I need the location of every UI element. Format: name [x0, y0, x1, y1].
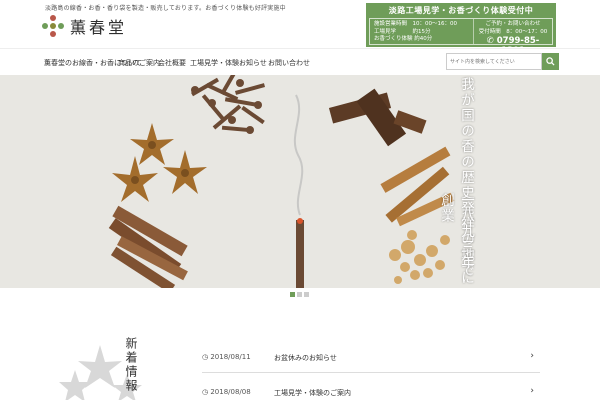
- contact-hours: 受付時間 8：00～17：00: [478, 28, 548, 35]
- hero-caption-line-2: 一八九三年に創業: [438, 193, 474, 286]
- news-date-text: 2018/08/08: [210, 388, 251, 396]
- slider-dot-2[interactable]: [297, 292, 302, 297]
- info-line: 施設営業時間 10：00～16：00: [374, 21, 457, 27]
- nav-item-contact[interactable]: お問い合わせ: [268, 58, 310, 68]
- agarwood-image: [328, 88, 427, 147]
- site-header: 淡路島の線香・お香・香り袋を製造・販売しております。お香づくり体験も好評実施中 …: [0, 0, 600, 56]
- nav-item-news[interactable]: お知らせ: [239, 58, 267, 68]
- hero-image: [108, 75, 455, 288]
- sandalwood-image: [108, 205, 188, 288]
- slider-dot-3[interactable]: [304, 292, 309, 297]
- news-date-text: 2018/08/11: [210, 353, 251, 361]
- info-line: 工場見学 約15分: [374, 28, 431, 35]
- news-item[interactable]: ◷ 2018/08/11 お盆休みのお知らせ ›: [202, 345, 540, 373]
- nav-item-company[interactable]: 会社概要: [158, 58, 186, 68]
- info-title: 淡路工場見学・お香づくり体験受付中: [388, 6, 534, 15]
- chevron-right-icon: ›: [530, 351, 534, 361]
- main-nav: 薫春堂のお線香・お香について 商品のご案内 会社概要 工場見学・体験 お知らせ …: [0, 48, 600, 75]
- site-logo[interactable]: 薫春堂: [42, 14, 127, 38]
- news-section: 新着情報 ◷ 2018/08/11 お盆休みのお知らせ › ◷ 2018/08/…: [0, 300, 600, 400]
- news-heading: 新着情報: [124, 337, 138, 393]
- site-tagline: 淡路島の線香・お香・香り袋を製造・販売しております。お香づくり体験も好評実施中: [45, 5, 286, 12]
- nav-item-products[interactable]: 商品のご案内: [118, 58, 160, 68]
- search-icon: [546, 57, 555, 66]
- news-title: 工場見学・体験のご案内: [274, 389, 351, 397]
- nav-item-factory-tour[interactable]: 工場見学・体験: [190, 58, 239, 68]
- slider-dot-1[interactable]: [290, 292, 295, 297]
- logo-flower-icon: [42, 15, 64, 37]
- news-title: お盆休みのお知らせ: [274, 354, 337, 362]
- star-anise-image: [112, 123, 207, 202]
- clock-icon: ◷: [202, 353, 209, 361]
- info-hours: 施設営業時間 10：00～16：00 工場見学 約15分 お香づくり体験 約40…: [370, 19, 474, 44]
- chevron-right-icon: ›: [530, 386, 534, 396]
- news-item[interactable]: ◷ 2018/08/08 工場見学・体験のご案内 ›: [202, 380, 540, 400]
- info-box: 淡路工場見学・お香づくり体験受付中 施設営業時間 10：00～16：00 工場見…: [366, 3, 556, 56]
- logo-text: 薫春堂: [70, 18, 128, 37]
- slider-pagination: [290, 292, 309, 297]
- search-button[interactable]: [542, 53, 559, 70]
- phone-icon: ✆: [486, 36, 494, 46]
- news-date: ◷ 2018/08/11: [202, 353, 251, 361]
- clock-icon: ◷: [202, 388, 209, 396]
- info-details: 施設営業時間 10：00～16：00 工場見学 約15分 お香づくり体験 約40…: [369, 18, 553, 56]
- news-date: ◷ 2018/08/08: [202, 388, 251, 396]
- hero-slider[interactable]: 我が国の香の歴史発祥の地で 一八九三年に創業: [0, 75, 600, 288]
- site-search: [446, 53, 559, 70]
- incense-stick-image: [293, 94, 304, 288]
- search-input[interactable]: [446, 53, 542, 70]
- info-contact: ご予約・お問い合わせ 受付時間 8：00～17：00 ✆ 0799-85-130…: [474, 19, 552, 56]
- info-line: お香づくり体験 約40分: [374, 36, 433, 42]
- cloves-image: [191, 75, 266, 134]
- contact-label: ご予約・お問い合わせ: [485, 21, 541, 27]
